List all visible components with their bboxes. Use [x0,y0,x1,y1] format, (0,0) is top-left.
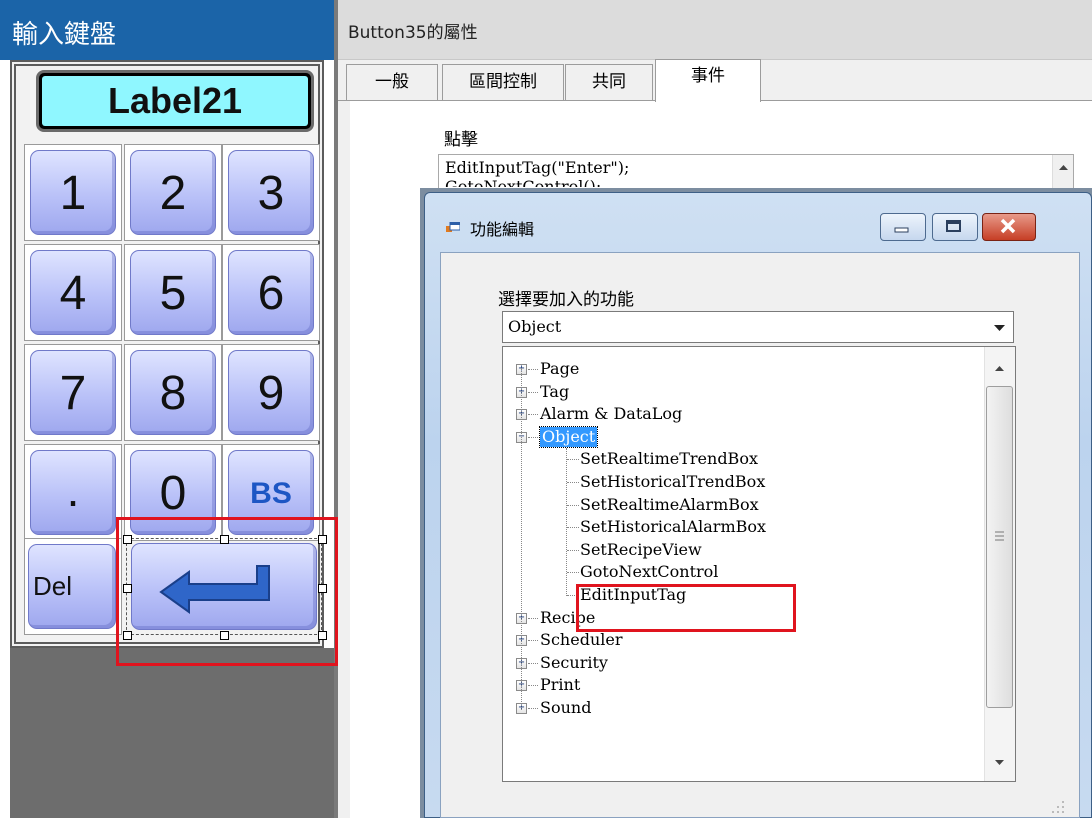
highlight-enter-key [116,517,338,666]
tree-connector [528,662,538,664]
label-display[interactable]: Label21 [42,76,308,126]
tree-item[interactable]: Page [540,359,579,379]
tree-connector [567,549,579,551]
key-cap: 1 [30,150,116,235]
tree-connector [567,572,579,574]
key-5[interactable]: 5 [124,244,222,341]
window-app-icon [446,222,460,232]
tree-connector [567,482,579,483]
key-label: 6 [257,267,285,320]
tree-connector [528,640,538,642]
tree-child-item[interactable]: SetHistoricalAlarmBox [580,517,766,537]
key-label: 2 [159,167,187,220]
function-category-value: Object [508,317,562,336]
key-label: 4 [59,267,87,320]
tab-general[interactable]: 一般 [346,64,438,101]
tree-child-item[interactable]: SetRealtimeTrendBox [580,449,758,469]
close-button[interactable] [982,213,1036,241]
click-event-label: 點擊 [444,130,478,150]
resize-grip-icon[interactable] [1050,798,1066,814]
key-cap: 9 [228,350,314,435]
keypad-title: 輸入鍵盤 [12,20,117,50]
del-key-label: Del [33,571,73,601]
scroll-up-arrow-icon[interactable] [1053,155,1074,175]
key-label: 1 [59,167,87,220]
key-cap: 4 [30,250,116,335]
key-label: 3 [257,167,285,220]
key-dot[interactable]: . [24,444,122,541]
tree-item[interactable]: Sound [540,698,591,718]
key-1[interactable]: 1 [24,144,122,241]
tree-connector [528,414,538,416]
key-8[interactable]: 8 [124,344,222,441]
key-cap: 3 [228,150,314,235]
properties-header: Button35的屬性 [338,0,1092,60]
tree-item-selected[interactable]: Object [538,425,599,448]
tree-connector [567,504,579,506]
tree-item[interactable]: Scheduler [540,630,622,650]
tree-connector [528,708,538,709]
key-cap: 2 [130,150,216,235]
properties-title: Button35的屬性 [348,23,478,43]
maximize-button[interactable] [932,213,978,241]
tree-connector [567,527,579,529]
key-label: 7 [59,367,87,420]
key-label: 8 [159,367,187,420]
close-icon [1000,218,1016,234]
key-cap: 6 [228,250,314,335]
tree-child-item[interactable]: GotoNextControl [580,562,718,582]
tree-connector [528,617,538,619]
highlight-goto-next-control [576,584,796,632]
del-key[interactable]: Del [24,538,122,635]
key-label: 5 [159,267,187,320]
key-2[interactable]: 2 [124,144,222,241]
maximize-icon [946,220,961,232]
function-category-select[interactable] [502,311,1014,343]
tree-child-item[interactable]: SetRealtimeAlarmBox [580,495,759,515]
scroll-up-arrow-icon[interactable] [986,358,1013,378]
key-cap: 7 [30,350,116,435]
tree-connector [528,685,538,687]
tree-item[interactable]: Tag [540,382,569,402]
tree-connector [528,369,538,370]
key-cap: 5 [130,250,216,335]
tree-scrollbar-thumb[interactable] [986,386,1013,708]
tree-item[interactable]: Print [540,675,580,695]
keypad-title-bar: 輸入鍵盤 [0,0,334,60]
del-key-cap: Del [28,544,116,629]
key-label: 9 [257,367,285,420]
key-9[interactable]: 9 [222,344,320,441]
key-label: . [66,464,80,516]
keypad-left-margin [0,60,10,818]
script-line: EditInputTag("Enter"); [445,158,630,177]
tree-connector [521,368,522,710]
key-4[interactable]: 4 [24,244,122,341]
script-line: GotoNextControl(); [445,177,602,187]
tree-item[interactable]: Alarm & DataLog [540,404,682,424]
tree-child-item[interactable]: SetHistoricalTrendBox [580,472,765,492]
grip-icon [995,531,1004,541]
scroll-down-arrow-icon[interactable] [986,752,1013,772]
choose-function-label: 選擇要加入的功能 [498,290,634,310]
minimize-button[interactable] [880,213,926,241]
key-cap: 8 [130,350,216,435]
tree-connector [528,391,538,393]
tree-connector [567,459,579,461]
dialog-title: 功能編輯 [470,220,535,239]
tree-connector [566,448,567,596]
tab-common[interactable]: 共同 [565,64,653,101]
key-3[interactable]: 3 [222,144,320,241]
key-6[interactable]: 6 [222,244,320,341]
tab-range-control[interactable]: 區間控制 [442,64,564,101]
minimize-icon [894,227,909,233]
tree-connector [528,436,538,438]
key-cap: . [30,450,116,535]
key-7[interactable]: 7 [24,344,122,441]
tree-child-item[interactable]: SetRecipeView [580,540,702,560]
chevron-down-icon[interactable] [986,312,1013,342]
keypad-empty-area [10,648,334,818]
tree-item[interactable]: Security [540,653,608,673]
tab-events[interactable]: 事件 [655,59,761,102]
